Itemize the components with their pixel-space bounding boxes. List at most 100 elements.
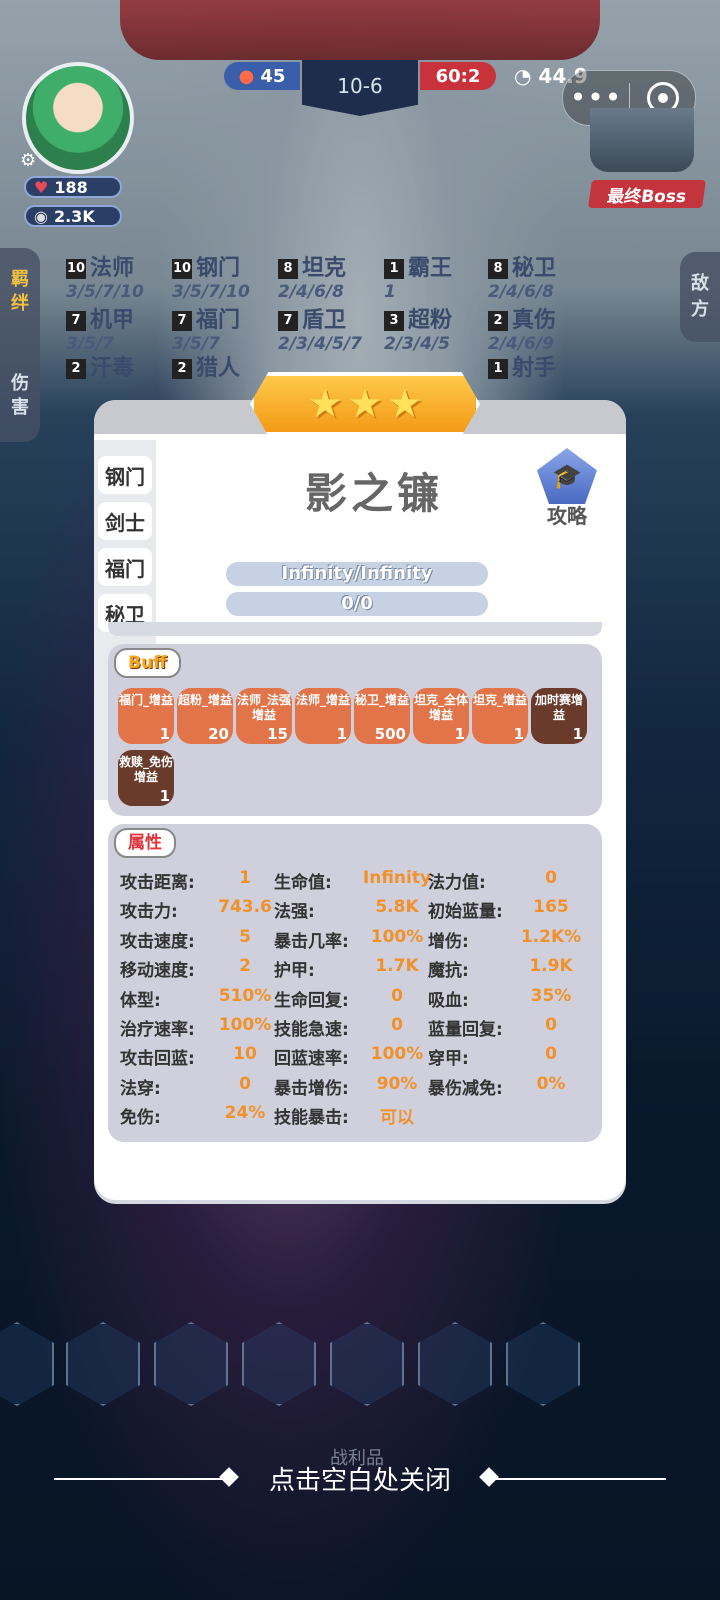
attribute-value: 90%: [376, 1073, 418, 1094]
attribute-value: 100%: [370, 1044, 424, 1065]
attribute-row: 攻击距离: 1 生命值: Infinity 法力值: 0: [120, 868, 600, 896]
settings-gear-icon[interactable]: ⚙: [20, 150, 42, 172]
attribute-row: 法穿: 0 暴击增伤: 90% 暴伤减免: 0%: [120, 1074, 600, 1102]
tab-enemy[interactable]: 敌方: [680, 252, 720, 342]
trait-tab[interactable]: 钢门: [98, 456, 152, 494]
flame-icon: ●: [238, 65, 255, 87]
attribute-value: 1.9K: [529, 956, 573, 977]
attribute-value: 可以: [380, 1108, 414, 1129]
boss-avatar[interactable]: [590, 108, 694, 172]
attribute-row: 治疗速率: 100% 技能急速: 0 蓝量回复: 0: [120, 1015, 600, 1043]
buff-count: 1: [159, 787, 170, 805]
tab-enemy-label: 敌方: [691, 273, 709, 320]
trait-item[interactable]: 3 超粉 2/3/4/5: [384, 308, 452, 354]
mana-bar: 0/0: [226, 592, 488, 616]
buff-item[interactable]: 坦克_增益 1: [472, 688, 528, 744]
trait-item[interactable]: 1 霸王 1: [384, 256, 452, 302]
attribute-key: 蓝量回复:: [428, 1020, 503, 1040]
buff-count: 500: [374, 725, 406, 743]
attribute-key: 暴击几率:: [274, 931, 349, 952]
attribute-value: 0: [545, 1044, 557, 1065]
buff-item[interactable]: 福门_增益 1: [118, 688, 174, 744]
attribute-value: 5.8K: [375, 897, 419, 918]
left-side-tabs: 羁绊 伤害: [0, 248, 40, 442]
attribute-key: 攻击回蓝:: [120, 1049, 195, 1070]
attribute-key: 吸血:: [428, 990, 469, 1011]
trait-item[interactable]: 7 机甲 3/5/7: [66, 308, 134, 354]
trait-item[interactable]: 8 秘卫 2/4/6/8: [488, 256, 556, 302]
attribute-value: 165: [533, 897, 569, 918]
timer-value: 60:2: [435, 65, 481, 87]
blue-score-value: 45: [260, 65, 286, 87]
close-hint[interactable]: 点击空白处关闭: [0, 1460, 720, 1497]
trait-item[interactable]: 2 汗毒: [66, 356, 134, 382]
buff-count: 1: [336, 725, 347, 743]
trait-item[interactable]: 2 真伤 2/4/6/9: [488, 308, 556, 354]
trait-item[interactable]: 7 盾卫 2/3/4/5/7: [278, 308, 362, 354]
attribute-title: 属性: [114, 828, 176, 858]
attribute-value: 0%: [536, 1073, 566, 1094]
timer: 60:2: [420, 62, 496, 90]
buff-count: 20: [208, 725, 229, 743]
buff-label: 坦克_增益: [472, 693, 527, 707]
trait-item[interactable]: 2 猎人: [172, 356, 240, 382]
buff-item[interactable]: 法师_增益 1: [295, 688, 351, 744]
trait-item[interactable]: 8 坦克 2/4/6/8: [278, 256, 346, 302]
clock-icon: ◔: [514, 64, 532, 88]
attribute-key: 生命值:: [274, 873, 332, 893]
attribute-key: 魔抗:: [428, 961, 469, 982]
tab-synergy[interactable]: 羁绊: [6, 268, 34, 316]
attribute-value: 0: [391, 1015, 403, 1035]
trait-tab[interactable]: 福门: [98, 548, 152, 586]
buff-item[interactable]: 救赎_免伤增益 1: [118, 750, 174, 806]
buff-label: 坦克_全体增益: [413, 693, 468, 722]
attribute-key: 技能急速:: [274, 1020, 349, 1040]
attribute-key: 穿甲:: [428, 1049, 469, 1070]
attribute-value: 0: [391, 985, 403, 1006]
buff-label: 法师_增益: [295, 693, 350, 707]
attribute-panel: 属性 攻击距离: 1 生命值: Infinity 法力值: 0 攻击力: 743.6 法强: 5.…: [108, 824, 602, 1142]
attribute-row: 免伤: 24% 技能暴击: 可以: [120, 1103, 600, 1131]
star-icon: ★: [347, 381, 383, 427]
buff-item[interactable]: 秘卫_增益 500: [354, 688, 410, 744]
trait-tab[interactable]: 剑士: [98, 502, 152, 540]
attribute-key: 治疗速率:: [120, 1020, 195, 1040]
attribute-row: 移动速度: 2 护甲: 1.7K 魔抗: 1.9K: [120, 956, 600, 984]
buff-item[interactable]: 法师_法强增益 15: [236, 688, 292, 744]
strategy-guide-button[interactable]: 🎓 攻略: [532, 448, 602, 529]
attribute-key: 护甲:: [274, 961, 315, 982]
trait-item[interactable]: 10 法师 3/5/7/10: [66, 256, 144, 302]
buff-label: 福门_增益: [118, 693, 173, 707]
attribute-key: 暴击增伤:: [274, 1078, 349, 1099]
buff-panel: Buff 福门_增益 1 超粉_增益 20 法师_法强增益 15 法师_增益 1 秘卫_增益 50…: [108, 644, 602, 816]
attribute-key: 暴伤减免:: [428, 1078, 503, 1099]
attribute-value: 0: [545, 1015, 557, 1035]
buff-item[interactable]: 加时赛增益 1: [531, 688, 587, 744]
buff-label: 法师_法强增益: [236, 693, 291, 722]
buff-item[interactable]: 坦克_全体增益 1: [413, 688, 469, 744]
trait-item[interactable]: 1 射手: [488, 356, 556, 382]
player-hp-value: 188: [54, 177, 88, 197]
buff-count: 1: [513, 725, 524, 743]
buff-title: Buff: [114, 648, 181, 678]
buff-count: 1: [454, 725, 465, 743]
trait-item[interactable]: 10 钢门 3/5/7/10: [172, 256, 250, 302]
buff-count: 15: [267, 725, 288, 743]
attribute-value: Infinity: [362, 868, 432, 888]
buff-item[interactable]: 超粉_增益 20: [177, 688, 233, 744]
attribute-key: 攻击距离:: [120, 873, 195, 893]
attribute-row: 体型: 510% 生命回复: 0 吸血: 35%: [120, 986, 600, 1014]
player-gold-value: 2.3K: [53, 206, 95, 226]
attribute-value: 1.2K%: [520, 926, 582, 947]
buff-count: 1: [159, 725, 170, 743]
attribute-key: 法力值:: [428, 873, 486, 893]
trait-item[interactable]: 7 福门 3/5/7: [172, 308, 240, 354]
player-gold: ◉ 2.3K: [24, 205, 122, 227]
tab-damage[interactable]: 伤害: [6, 372, 34, 420]
attribute-key: 生命回复:: [274, 990, 349, 1011]
blue-score: ● 45: [224, 62, 300, 90]
attribute-row: 攻击力: 743.6 法强: 5.8K 初始蓝量: 165: [120, 897, 600, 925]
attribute-value: 1.7K: [375, 956, 419, 977]
buff-label: 超粉_增益: [177, 693, 232, 707]
attribute-key: 回蓝速率:: [274, 1049, 349, 1070]
